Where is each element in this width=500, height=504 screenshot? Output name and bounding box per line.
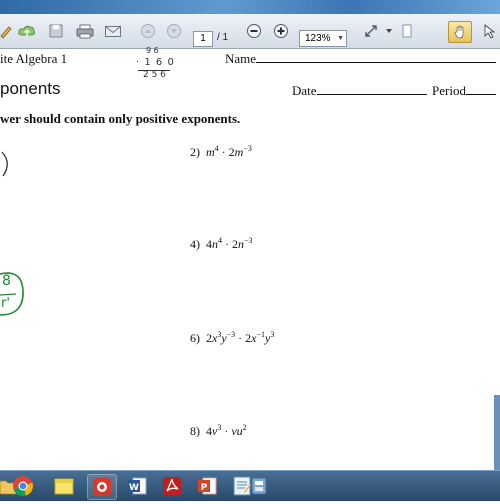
fit-page-icon[interactable] [362, 23, 380, 39]
problem-number: 4) [190, 237, 200, 251]
svg-text:W: W [129, 483, 139, 493]
print-icon[interactable] [76, 23, 94, 39]
pdf-page: ite Algebra 1 Name 9 6 · 1 6 0 2 5 6 pon… [0, 46, 500, 470]
acrobat-icon[interactable] [160, 474, 184, 498]
email-icon[interactable] [104, 23, 122, 39]
period-blank [465, 84, 496, 95]
chrome-icon[interactable] [11, 474, 35, 498]
problem-number: 8) [190, 424, 200, 438]
problem-2: 2) m4 · 2m−3 [190, 144, 252, 159]
problem-4: 4) 4n4 · 2n−3 [190, 236, 253, 251]
chevron-down-icon: ▼ [337, 35, 344, 42]
handwritten-calc-top: 9 6 [146, 46, 159, 55]
sticky-notes-icon[interactable] [52, 474, 76, 498]
zoom-value: 123% [305, 33, 331, 44]
handwritten-answer-numerator: 8 [2, 273, 11, 289]
windows-taskbar: W P [0, 470, 500, 501]
handwritten-calc-mid: · 1 6 0 [136, 57, 175, 68]
pdf-toolbar [0, 14, 500, 49]
course-name: ite Algebra 1 [0, 51, 68, 66]
handwritten-bracket [1, 151, 8, 177]
page-number-input[interactable]: 1 [193, 31, 213, 47]
select-tool-icon[interactable] [481, 23, 499, 39]
scrollbar[interactable] [494, 395, 500, 470]
period-label-text: Period [432, 83, 466, 98]
save-icon[interactable] [47, 23, 65, 39]
zoom-select[interactable]: 123% ▼ [299, 30, 347, 47]
name-label: Name [225, 51, 497, 67]
name-label-text: Name [225, 51, 257, 66]
word-icon[interactable]: W [125, 474, 149, 498]
scroll-mode-icon[interactable] [400, 23, 414, 39]
powerpoint-icon[interactable]: P [195, 474, 219, 498]
date-label: Date [292, 83, 427, 99]
window-title-bar [0, 0, 500, 14]
handwritten-calc-bottom: 2 5 6 [143, 70, 166, 80]
page-total-label: / 1 [217, 32, 229, 43]
problem-number: 6) [190, 331, 200, 345]
handwritten-answer-denominator: r' [1, 296, 10, 311]
hand-tool-icon[interactable] [448, 21, 472, 43]
instructions: wer should contain only positive exponen… [0, 111, 241, 126]
edit-icon[interactable] [0, 23, 12, 39]
zoom-out-icon[interactable] [245, 23, 263, 39]
period-label: Period [432, 83, 496, 99]
name-blank [256, 52, 497, 63]
worksheet-title: ponents [0, 79, 61, 98]
date-label-text: Date [292, 83, 317, 98]
next-page-icon[interactable] [166, 23, 182, 39]
camtasia-icon[interactable] [87, 474, 117, 500]
zoom-in-icon[interactable] [272, 23, 290, 39]
chevron-down-icon[interactable] [384, 23, 394, 39]
problem-6: 6) 2x3y−3 · 2x−1y3 [190, 330, 275, 345]
date-blank [316, 84, 427, 95]
settings-app-icon[interactable] [247, 474, 271, 498]
previous-page-icon[interactable] [140, 23, 156, 39]
problem-8: 8) 4v3 · vu2 [190, 423, 247, 438]
problem-number: 2) [190, 145, 200, 159]
upload-cloud-icon[interactable] [17, 23, 37, 39]
svg-text:P: P [201, 483, 208, 493]
